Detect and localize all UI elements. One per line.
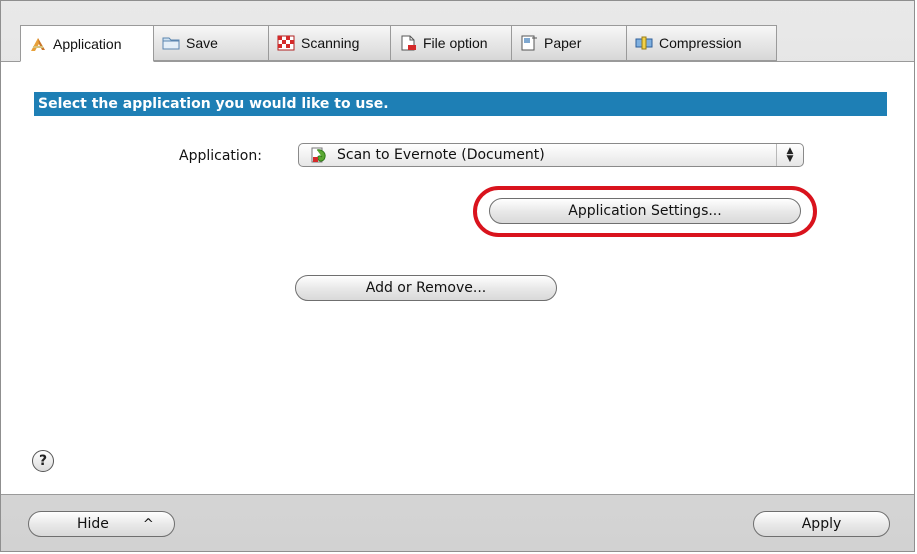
- tab-save-label: Save: [186, 35, 218, 51]
- compression-icon: [635, 35, 653, 51]
- tab-scanning-label: Scanning: [301, 35, 360, 51]
- add-or-remove-button[interactable]: Add or Remove...: [295, 275, 557, 301]
- folder-icon: [162, 35, 180, 51]
- help-icon[interactable]: ?: [32, 450, 54, 472]
- hide-button[interactable]: Hide ^: [28, 511, 175, 537]
- tab-bar: Application Save Scanning File option Pa…: [20, 25, 777, 62]
- tab-compression[interactable]: Compression: [627, 25, 777, 61]
- file-option-icon: [399, 35, 417, 51]
- select-arrows-icon: ▲ ▼: [776, 144, 803, 166]
- scanning-icon: [277, 35, 295, 51]
- tab-application-label: Application: [53, 35, 122, 52]
- chevron-up-icon: ^: [142, 516, 154, 532]
- paper-icon: [520, 35, 538, 51]
- application-panel: Select the application you would like to…: [1, 61, 914, 495]
- hide-button-label: Hide: [77, 516, 109, 532]
- application-label: Application:: [179, 148, 262, 164]
- tab-paper[interactable]: Paper: [512, 25, 627, 61]
- tab-file-option[interactable]: File option: [391, 25, 512, 61]
- apply-button[interactable]: Apply: [753, 511, 890, 537]
- application-settings-button[interactable]: Application Settings...: [489, 198, 801, 224]
- instruction-banner: Select the application you would like to…: [34, 92, 887, 116]
- tab-application[interactable]: Application: [20, 25, 154, 62]
- evernote-icon: [311, 146, 329, 164]
- application-select[interactable]: Scan to Evernote (Document) ▲ ▼: [298, 143, 804, 167]
- tab-save[interactable]: Save: [154, 25, 269, 61]
- application-select-value: Scan to Evernote (Document): [337, 147, 545, 163]
- tab-scanning[interactable]: Scanning: [269, 25, 391, 61]
- tab-file-option-label: File option: [423, 35, 488, 51]
- application-icon: [29, 36, 47, 52]
- tab-paper-label: Paper: [544, 35, 582, 51]
- scan-settings-window: Application Save Scanning File option Pa…: [0, 0, 915, 552]
- tab-compression-label: Compression: [659, 35, 742, 51]
